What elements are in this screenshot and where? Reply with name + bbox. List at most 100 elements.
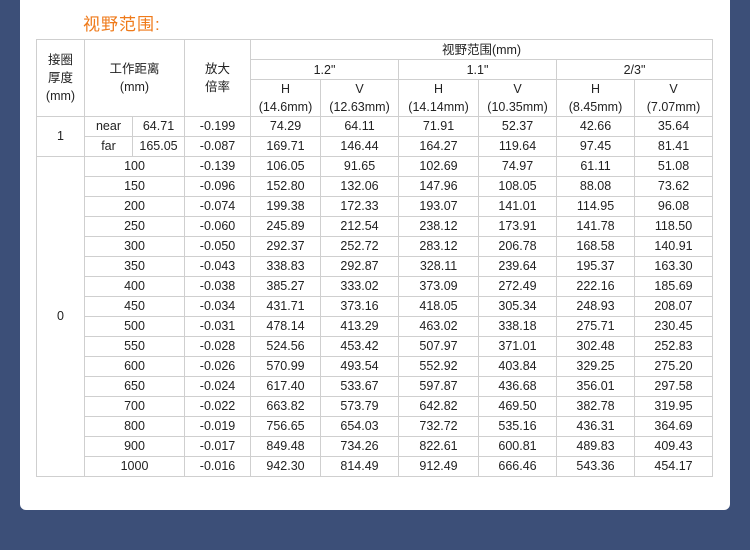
- value-cell: 164.27: [398, 136, 480, 157]
- value-cell: 283.12: [398, 236, 480, 257]
- table-row: 450 -0.034 431.71 373.16 418.05 305.34 248.93 2…: [37, 296, 714, 317]
- value-cell: 570.99: [250, 356, 322, 377]
- thickness-cell: 1: [36, 116, 85, 157]
- value-cell: 302.48: [556, 336, 636, 357]
- value-cell: 114.95: [556, 196, 636, 217]
- table-row: 250 -0.060 245.89 212.54 238.12 173.91 141.78 1…: [37, 216, 714, 237]
- value-cell: 654.03: [320, 416, 400, 437]
- value-cell: 106.05: [250, 156, 322, 177]
- mag-cell: -0.074: [184, 196, 252, 217]
- value-cell: 533.67: [320, 376, 400, 397]
- header-axis: V (12.63mm): [320, 79, 400, 117]
- value-cell: 239.64: [478, 256, 558, 277]
- value-cell: 71.91: [398, 116, 480, 137]
- document-page: 视野范围: 接圈 厚度 (mm) 工作距离 (mm) 放大 倍率 视野范围(mm…: [20, 0, 730, 510]
- value-cell: 617.40: [250, 376, 322, 397]
- mag-cell: -0.034: [184, 296, 252, 317]
- value-cell: 493.54: [320, 356, 400, 377]
- table-row: 900 -0.017 849.48 734.26 822.61 600.81 489.83 4…: [37, 436, 714, 457]
- table-row: 350 -0.043 338.83 292.87 328.11 239.64 195.37 1…: [37, 256, 714, 277]
- header-field-of-view: 视野范围(mm): [250, 39, 714, 60]
- value-cell: 74.29: [250, 116, 322, 137]
- mag-cell: -0.026: [184, 356, 252, 377]
- value-cell: 141.01: [478, 196, 558, 217]
- value-cell: 756.65: [250, 416, 322, 437]
- value-cell: 199.38: [250, 196, 322, 217]
- value-cell: 329.25: [556, 356, 636, 377]
- table-row: 800 -0.019 756.65 654.03 732.72 535.16 436.31 3…: [37, 416, 714, 437]
- table-row: 500 -0.031 478.14 413.29 463.02 338.18 275.71 2…: [37, 316, 714, 337]
- distance-cell: 350: [83, 256, 186, 277]
- value-cell: 338.18: [478, 316, 558, 337]
- value-cell: 193.07: [398, 196, 480, 217]
- header-axis: V (7.07mm): [634, 79, 714, 117]
- value-cell: 292.87: [320, 256, 400, 277]
- header-magnification: 放大 倍率: [184, 39, 252, 117]
- value-cell: 597.87: [398, 376, 480, 397]
- value-cell: 248.93: [556, 296, 636, 317]
- value-cell: 328.11: [398, 256, 480, 277]
- value-cell: 356.01: [556, 376, 636, 397]
- mag-cell: -0.038: [184, 276, 252, 297]
- value-cell: 272.49: [478, 276, 558, 297]
- value-cell: 489.83: [556, 436, 636, 457]
- mag-cell: -0.024: [184, 376, 252, 397]
- value-cell: 454.17: [634, 456, 714, 477]
- value-cell: 535.16: [478, 416, 558, 437]
- value-cell: 119.64: [478, 136, 558, 157]
- value-cell: 552.92: [398, 356, 480, 377]
- distance-cell: 300: [83, 236, 186, 257]
- mag-cell: -0.019: [184, 416, 252, 437]
- value-cell: 663.82: [250, 396, 322, 417]
- value-cell: 573.79: [320, 396, 400, 417]
- value-cell: 168.58: [556, 236, 636, 257]
- mag-cell: -0.022: [184, 396, 252, 417]
- value-cell: 463.02: [398, 316, 480, 337]
- value-cell: 169.71: [250, 136, 322, 157]
- row-label: near: [84, 116, 133, 137]
- table-row: 400 -0.038 385.27 333.02 373.09 272.49 222.16 1…: [37, 276, 714, 297]
- value-cell: 35.64: [634, 116, 714, 137]
- distance-cell: 650: [83, 376, 186, 397]
- value-cell: 91.65: [320, 156, 400, 177]
- distance-cell: 100: [83, 156, 186, 177]
- page-title: 视野范围:: [83, 15, 161, 34]
- distance-cell: 800: [83, 416, 186, 437]
- value-cell: 418.05: [398, 296, 480, 317]
- mag-cell: -0.060: [184, 216, 252, 237]
- header-axis: H (14.14mm): [398, 79, 480, 117]
- value-cell: 524.56: [250, 336, 322, 357]
- field-of-view-table: 接圈 厚度 (mm) 工作距离 (mm) 放大 倍率 视野范围(mm) 1.2"…: [36, 39, 714, 477]
- value-cell: 453.42: [320, 336, 400, 357]
- distance-cell: 500: [83, 316, 186, 337]
- value-cell: 206.78: [478, 236, 558, 257]
- value-cell: 642.82: [398, 396, 480, 417]
- header-axis: H (14.6mm): [250, 79, 322, 117]
- table-row: 1 near 64.71 -0.199 74.29 64.11 71.91 52…: [36, 116, 714, 157]
- value-cell: 152.80: [250, 176, 322, 197]
- header-working-distance: 工作距离 (mm): [83, 39, 186, 117]
- value-cell: 42.66: [556, 116, 636, 137]
- value-cell: 81.41: [634, 136, 714, 157]
- mag-cell: -0.043: [184, 256, 252, 277]
- value-cell: 212.54: [320, 216, 400, 237]
- value-cell: 849.48: [250, 436, 322, 457]
- distance-cell: 200: [83, 196, 186, 217]
- value-cell: 230.45: [634, 316, 714, 337]
- distance-cell: 64.71: [131, 116, 186, 137]
- value-cell: 469.50: [478, 396, 558, 417]
- value-cell: 373.09: [398, 276, 480, 297]
- value-cell: 208.07: [634, 296, 714, 317]
- value-cell: 364.69: [634, 416, 714, 437]
- table-row: far 165.05 -0.087 169.71 146.44 164.27 1…: [37, 136, 714, 157]
- value-cell: 814.49: [320, 456, 400, 477]
- header-sensor-1-1: 1.1": [398, 59, 558, 80]
- mag-cell: -0.016: [184, 456, 252, 477]
- value-cell: 478.14: [250, 316, 322, 337]
- value-cell: 163.30: [634, 256, 714, 277]
- distance-cell: 900: [83, 436, 186, 457]
- value-cell: 118.50: [634, 216, 714, 237]
- value-cell: 96.08: [634, 196, 714, 217]
- value-cell: 51.08: [634, 156, 714, 177]
- value-cell: 436.68: [478, 376, 558, 397]
